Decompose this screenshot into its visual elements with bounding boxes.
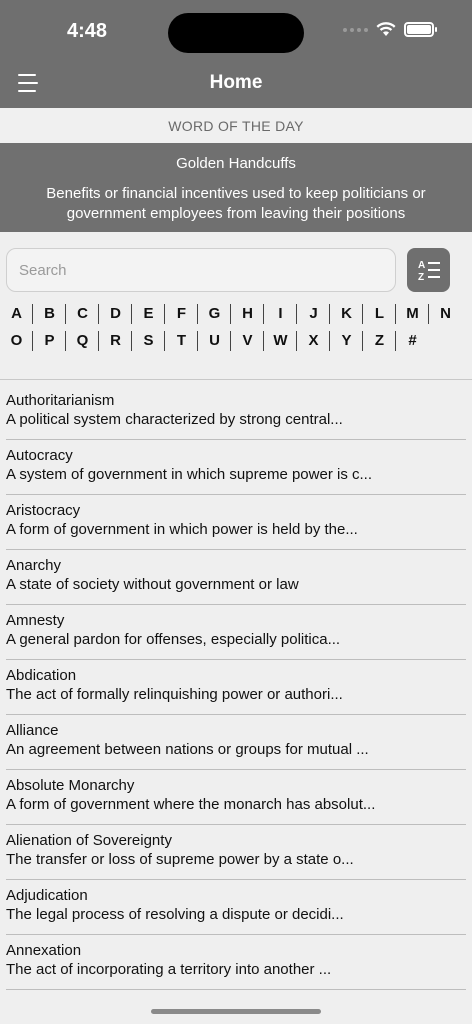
battery-icon [404, 22, 437, 37]
term-name: Alliance [6, 722, 59, 739]
alphabet-letter-w[interactable]: W [264, 329, 297, 353]
sort-alphabetical-icon: A Z [418, 260, 440, 283]
alphabet-letter-x[interactable]: X [297, 329, 330, 353]
term-name: Aristocracy [6, 502, 81, 519]
term-definition: The act of incorporating a territory int… [6, 961, 332, 978]
term-name: Alienation of Sovereignty [6, 832, 172, 849]
term-name: Absolute Monarchy [6, 777, 135, 794]
term-name: Authoritarianism [6, 392, 115, 409]
alphabet-letter-h[interactable]: H [231, 302, 264, 326]
alphabet-letter-n[interactable]: N [429, 302, 462, 326]
wifi-icon [376, 22, 396, 36]
list-item[interactable]: Absolute Monarchy A form of government wh… [0, 770, 472, 825]
alphabet-letter-j[interactable]: J [297, 302, 330, 326]
alphabet-letter-d[interactable]: D [99, 302, 132, 326]
status-time: 4:48 [67, 20, 108, 42]
term-list: Authoritarianism A political system chara… [0, 385, 472, 990]
alphabet-letter-r[interactable]: R [99, 329, 132, 353]
word-of-the-day-definition: Benefits or financial incentives used to… [46, 185, 426, 222]
term-definition: The act of formally relinquishing power … [6, 686, 343, 703]
alphabet-letter-q[interactable]: Q [66, 329, 99, 353]
alphabet-letter-k[interactable]: K [330, 302, 363, 326]
alphabet-letter-p[interactable]: P [33, 329, 66, 353]
alphabet-letter-c[interactable]: C [66, 302, 99, 326]
alphabet-letter-i[interactable]: I [264, 302, 297, 326]
alphabet-letter-u[interactable]: U [198, 329, 231, 353]
alphabet-letter-e[interactable]: E [132, 302, 165, 326]
svg-text:A: A [418, 260, 425, 271]
search-input[interactable] [6, 248, 396, 292]
term-name: Abdication [6, 667, 77, 684]
page-title: Home [209, 72, 263, 93]
term-definition: The transfer or loss of supreme power by… [6, 851, 354, 868]
list-item[interactable]: Anarchy A state of society without govern… [0, 550, 472, 605]
alphabet-letter-b[interactable]: B [33, 302, 66, 326]
alphabet-letter-z[interactable]: Z [363, 329, 396, 353]
alphabet-letter-y[interactable]: Y [330, 329, 363, 353]
list-item[interactable]: Autocracy A system of government in which… [0, 440, 472, 495]
app-header: 4:48 Home [0, 0, 472, 108]
alphabet-letter-l[interactable]: L [363, 302, 396, 326]
alphabet-letter-hash[interactable]: # [396, 329, 429, 353]
divider [0, 379, 472, 380]
term-name: Adjudication [6, 887, 88, 904]
term-definition: A state of society without government or… [6, 576, 299, 593]
term-definition: The legal process of resolving a dispute… [6, 906, 344, 923]
svg-text:Z: Z [418, 272, 424, 283]
list-item[interactable]: Annexation The act of incorporating a ter… [0, 935, 472, 990]
alphabet-letter-f[interactable]: F [165, 302, 198, 326]
list-item[interactable]: Abdication The act of formally relinquish… [0, 660, 472, 715]
list-item[interactable]: Aristocracy A form of government in which… [0, 495, 472, 550]
term-name: Autocracy [6, 447, 73, 464]
term-definition: An agreement between nations or groups f… [6, 741, 369, 758]
term-definition: A general pardon for offenses, especiall… [6, 631, 341, 648]
alphabet-letter-s[interactable]: S [132, 329, 165, 353]
word-of-the-day-card[interactable]: Golden Handcuffs Benefits or financial i… [0, 143, 472, 232]
alphabet-letter-v[interactable]: V [231, 329, 264, 353]
alphabet-letter-g[interactable]: G [198, 302, 231, 326]
term-definition: A form of government where the monarch h… [6, 796, 376, 813]
term-name: Annexation [6, 942, 82, 959]
list-item[interactable]: Alienation of Sovereignty The transfer or… [0, 825, 472, 880]
term-definition: A political system characterized by stro… [6, 411, 343, 428]
cellular-signal-icon [343, 27, 368, 32]
alphabet-letter-o[interactable]: O [0, 329, 33, 353]
list-item[interactable]: Adjudication The legal process of resolvi… [0, 880, 472, 935]
term-definition: A form of government in which power is h… [6, 521, 358, 538]
sort-button[interactable]: A Z [407, 248, 450, 292]
term-name: Anarchy [6, 557, 62, 574]
list-item[interactable]: Amnesty A general pardon for offenses, es… [0, 605, 472, 660]
alphabet-letter-a[interactable]: A [0, 302, 33, 326]
list-item[interactable]: Authoritarianism A political system chara… [0, 385, 472, 440]
list-item[interactable]: Alliance An agreement between nations or … [0, 715, 472, 770]
dynamic-island [168, 13, 304, 53]
term-name: Amnesty [6, 612, 65, 629]
alphabet-letter-m[interactable]: M [396, 302, 429, 326]
word-of-the-day-word: Golden Handcuffs [176, 155, 296, 172]
alphabet-index-row-2: O P Q R S T U V W X Y Z # [0, 329, 429, 353]
status-icons [343, 22, 437, 37]
term-definition: A system of government in which supreme … [6, 466, 372, 483]
home-indicator [151, 1009, 321, 1014]
alphabet-index-row-1: ABCDEFGHIJKLMN [0, 302, 462, 326]
alphabet-letter-t[interactable]: T [165, 329, 198, 353]
word-of-the-day-label: WORD OF THE DAY [0, 108, 472, 143]
